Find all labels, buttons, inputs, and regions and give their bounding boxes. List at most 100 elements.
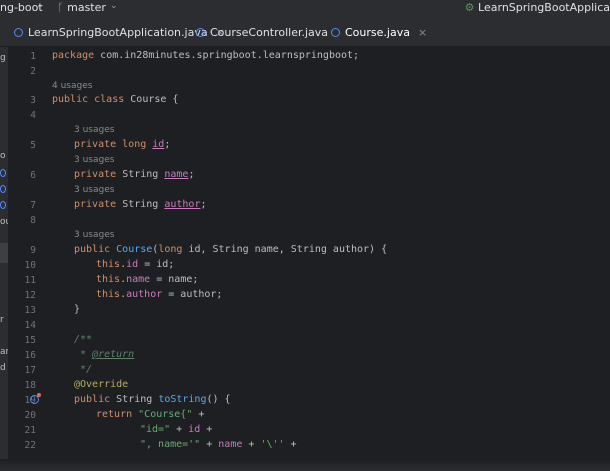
usages-hint[interactable]: 3 usages <box>74 155 114 165</box>
code-line: /** <box>74 334 92 345</box>
code-token: String <box>116 394 153 405</box>
panel-text-fragment: d <box>0 363 6 373</box>
branch-icon: ᚴ <box>57 1 64 14</box>
code-token: "Course{" <box>138 409 193 420</box>
editor-tabs: LearnSpringBootApplication.java × Course… <box>0 18 610 64</box>
chevron-down-icon[interactable]: ⌄ <box>36 1 44 11</box>
code-token: public <box>74 244 111 255</box>
code-token: id, String name, String author) { <box>182 244 388 255</box>
project-panel-edge: g o ou r ar d <box>0 47 11 471</box>
code-line: public class Course { <box>52 94 178 105</box>
code-token: private <box>74 199 117 210</box>
code-token: * <box>80 349 87 360</box>
code-token: this <box>96 259 121 270</box>
line-number: 13 <box>24 305 36 316</box>
branch-name: master <box>67 1 106 14</box>
panel-text-fragment: r <box>0 315 4 325</box>
code-line: "id=" + id + <box>140 424 212 435</box>
code-line: @Override <box>74 379 128 390</box>
line-number: 18 <box>24 380 36 391</box>
class-icon <box>0 169 6 177</box>
code-token: id <box>188 424 201 435</box>
code-token: id <box>152 139 165 150</box>
close-icon[interactable]: × <box>418 26 427 39</box>
line-number: 7 <box>30 200 36 211</box>
tab-course[interactable]: Course.java × <box>331 18 427 46</box>
code-token: '\'' <box>260 439 285 450</box>
class-icon <box>0 201 6 209</box>
code-token: @return <box>92 349 135 360</box>
line-number: 17 <box>24 365 36 376</box>
code-token: ; <box>164 139 171 150</box>
code-token: Course <box>130 94 167 105</box>
code-line: this.author = author; <box>96 289 223 300</box>
panel-text-fragment: o <box>0 151 6 161</box>
code-token: = name; <box>150 274 199 285</box>
class-icon <box>196 27 205 37</box>
usages-hint[interactable]: 4 usages <box>52 81 92 91</box>
code-line: * @return <box>80 349 134 360</box>
line-number: 4 <box>30 110 36 121</box>
code-token: id <box>126 259 139 270</box>
code-token: + <box>200 439 219 450</box>
usages-hint[interactable]: 3 usages <box>74 230 114 240</box>
code-token: () { <box>206 394 231 405</box>
code-token: public class <box>52 94 125 105</box>
tab-coursecontroller[interactable]: CourseController.java <box>196 18 328 46</box>
code-token: this <box>96 274 121 285</box>
code-token: */ <box>80 364 93 375</box>
class-icon <box>331 27 340 37</box>
line-number: 10 <box>24 260 36 271</box>
line-number: 22 <box>24 440 36 451</box>
override-method-icon[interactable] <box>30 393 41 404</box>
code-token: /** <box>74 334 93 345</box>
code-token: this <box>96 289 121 300</box>
code-line: this.name = name; <box>96 274 199 285</box>
code-token: author <box>126 289 163 300</box>
line-number: 1 <box>30 51 36 62</box>
branch-widget[interactable]: ᚴ master <box>57 1 106 14</box>
code-token: Course <box>116 244 153 255</box>
code-token: = author; <box>162 289 223 300</box>
code-token: toString <box>158 394 207 405</box>
code-token: = id; <box>138 259 175 270</box>
code-line: this.id = id; <box>96 259 175 270</box>
chevron-down-icon[interactable]: ⌄ <box>110 1 118 11</box>
tab-learnspringbootapplication[interactable]: LearnSpringBootApplication.java × <box>14 18 225 46</box>
code-token: @Override <box>74 379 129 390</box>
code-token: package <box>52 50 95 61</box>
usages-hint[interactable]: 3 usages <box>74 185 114 195</box>
line-number: 12 <box>24 290 36 301</box>
tab-label: LearnSpringBootApplication.java <box>28 25 208 39</box>
line-number: 16 <box>24 350 36 361</box>
line-number: 11 <box>24 275 36 286</box>
code-line: */ <box>80 364 92 375</box>
code-text: package com.in28minutes.springboot.learn… <box>52 50 359 61</box>
code-token: return <box>96 409 133 420</box>
line-number: 3 <box>30 95 36 106</box>
selected-row[interactable] <box>0 243 8 263</box>
code-token: long <box>158 244 183 255</box>
line-number: 9 <box>30 245 36 256</box>
usages-hint[interactable]: 3 usages <box>74 125 114 135</box>
run-config-icon: ⚙ <box>464 1 475 14</box>
title-bar: ng-boot ⌄ ᚴ master ⌄ ⚙ LearnSpringBootAp… <box>0 0 610 18</box>
line-number: 8 <box>30 215 36 226</box>
code-token: { <box>166 94 179 105</box>
line-number: 14 <box>24 320 36 331</box>
code-token: name <box>218 439 243 450</box>
line-number: 20 <box>24 410 36 421</box>
code-token: + <box>170 424 189 435</box>
code-token: + <box>284 439 297 450</box>
code-token: + <box>242 439 261 450</box>
code-token: public <box>74 394 111 405</box>
run-configuration[interactable]: ⚙ LearnSpringBootApplica <box>465 1 610 14</box>
code-line: public String toString() { <box>74 394 231 405</box>
code-line-package: package com.in28minutes.springboot.learn… <box>52 50 359 61</box>
line-number: 21 <box>24 425 36 436</box>
code-token: com.in28minutes.springboot.learnspringbo… <box>94 50 360 61</box>
code-editor[interactable]: 1 2 3 4 5 6 7 8 9 10 11 12 13 14 15 16 1… <box>8 47 610 471</box>
status-bar-edge <box>0 459 610 471</box>
tab-label: CourseController.java <box>210 25 329 39</box>
code-token: ; <box>200 199 207 210</box>
